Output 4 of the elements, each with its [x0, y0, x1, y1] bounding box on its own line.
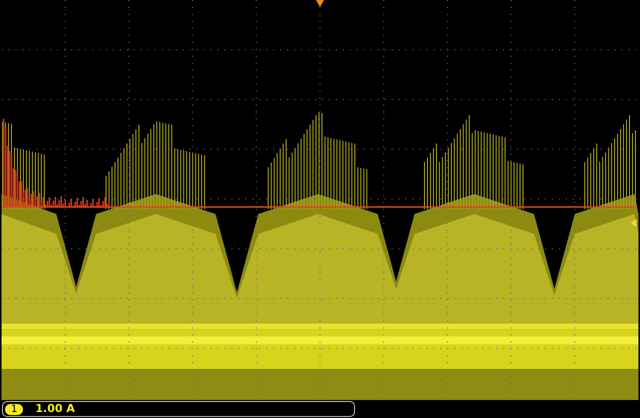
channel-number: 1 — [5, 404, 24, 415]
trigger-marker-icon — [316, 0, 324, 7]
trigger-level-icon — [630, 218, 636, 227]
channel-scale: 1.00 A — [35, 403, 75, 416]
